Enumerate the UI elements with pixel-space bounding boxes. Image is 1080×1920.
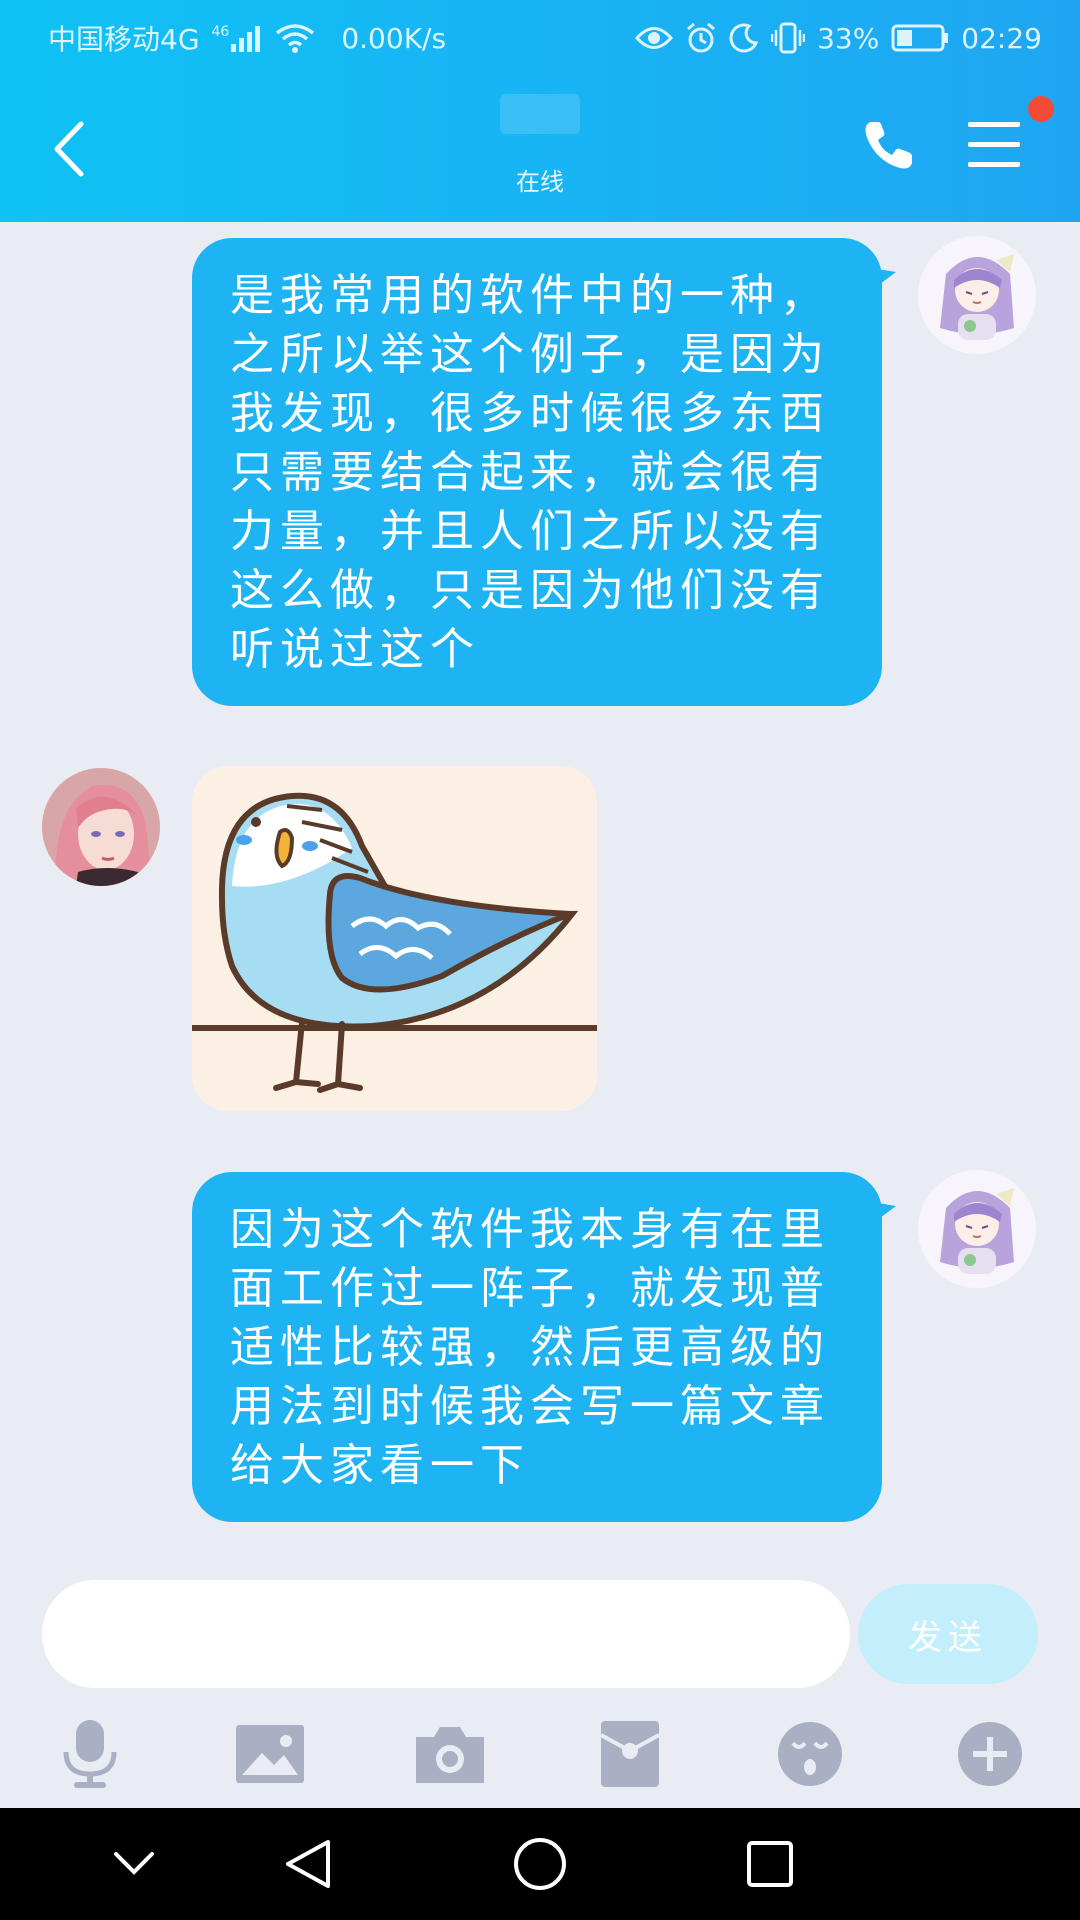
status-left: 中国移动4G 46 0.00K/s	[48, 18, 446, 58]
status-right: 33% 02:29	[635, 22, 1042, 55]
recents-square-icon	[747, 1841, 793, 1887]
my-avatar[interactable]	[918, 1170, 1036, 1288]
battery-icon	[891, 24, 949, 52]
emoji-icon	[778, 1722, 842, 1786]
status-time: 02:29	[961, 21, 1042, 55]
pink-hair-girl-avatar-icon	[42, 768, 160, 886]
anime-girl-avatar-icon	[918, 236, 1036, 354]
chat-header: 中国移动4G 46 0.00K/s 33% 02:29 在线	[0, 0, 1080, 222]
camera-icon	[416, 1727, 484, 1783]
send-button[interactable]: 发送	[858, 1584, 1038, 1684]
battery-percent: 33%	[817, 21, 880, 55]
contact-title: 在线	[380, 94, 700, 197]
menu-button[interactable]	[966, 120, 1026, 176]
chevron-down-icon	[114, 1852, 154, 1875]
alarm-icon	[685, 22, 717, 54]
nav-back-button[interactable]	[274, 1830, 342, 1898]
sticker-message[interactable]	[192, 766, 597, 1111]
call-button[interactable]	[858, 116, 918, 176]
message-input[interactable]	[42, 1580, 850, 1688]
plus-icon	[958, 1722, 1022, 1786]
nav-home-button[interactable]	[506, 1830, 574, 1898]
bubble-tail	[872, 268, 896, 290]
back-icon	[54, 121, 84, 177]
network-speed: 0.00K/s	[341, 21, 447, 55]
red-packet-button[interactable]	[590, 1714, 670, 1794]
back-triangle-icon	[286, 1840, 330, 1888]
online-status: 在线	[516, 168, 564, 196]
system-nav-bar	[0, 1808, 1080, 1920]
hide-nav-button[interactable]	[100, 1830, 168, 1898]
moon-icon	[729, 23, 759, 53]
image-button[interactable]	[230, 1714, 310, 1794]
contact-avatar[interactable]	[42, 768, 160, 886]
anime-girl-avatar-icon	[918, 1170, 1036, 1288]
blue-parakeet-sticker-icon	[192, 766, 597, 1111]
input-toolbar	[0, 1700, 1080, 1808]
carrier-label: 中国移动4G	[48, 23, 200, 56]
eye-icon	[635, 25, 674, 51]
phone-icon	[865, 122, 912, 169]
red-packet-icon	[601, 1721, 659, 1787]
contact-name-redacted	[500, 94, 580, 134]
bubble-tail	[872, 1202, 896, 1224]
menu-icon	[968, 122, 1020, 167]
more-button[interactable]	[950, 1714, 1030, 1794]
home-circle-icon	[514, 1838, 566, 1890]
camera-button[interactable]	[410, 1714, 490, 1794]
notification-dot	[1028, 96, 1054, 122]
microphone-icon	[63, 1720, 117, 1788]
signal-icon: 46	[212, 24, 264, 52]
title-bar: 在线	[0, 76, 1080, 222]
vibrate-icon	[771, 22, 806, 54]
status-bar: 中国移动4G 46 0.00K/s 33% 02:29	[0, 0, 1080, 76]
message-bubble-outgoing[interactable]: 因为这个软件我本身有在里 面工作过一阵子，就发现普 适性比较强，然后更高级的 用…	[192, 1172, 882, 1522]
emoji-button[interactable]	[770, 1714, 850, 1794]
nav-recents-button[interactable]	[736, 1830, 804, 1898]
image-icon	[236, 1725, 304, 1783]
back-button[interactable]	[40, 114, 96, 184]
contact-name	[380, 94, 700, 142]
wifi-icon	[275, 23, 315, 53]
my-avatar[interactable]	[918, 236, 1036, 354]
message-bubble-outgoing[interactable]: 是我常用的软件中的一种， 之所以举这个例子，是因为 我发现，很多时候很多东西 只…	[192, 238, 882, 706]
network-badge: 46	[211, 24, 230, 40]
voice-button[interactable]	[50, 1714, 130, 1794]
